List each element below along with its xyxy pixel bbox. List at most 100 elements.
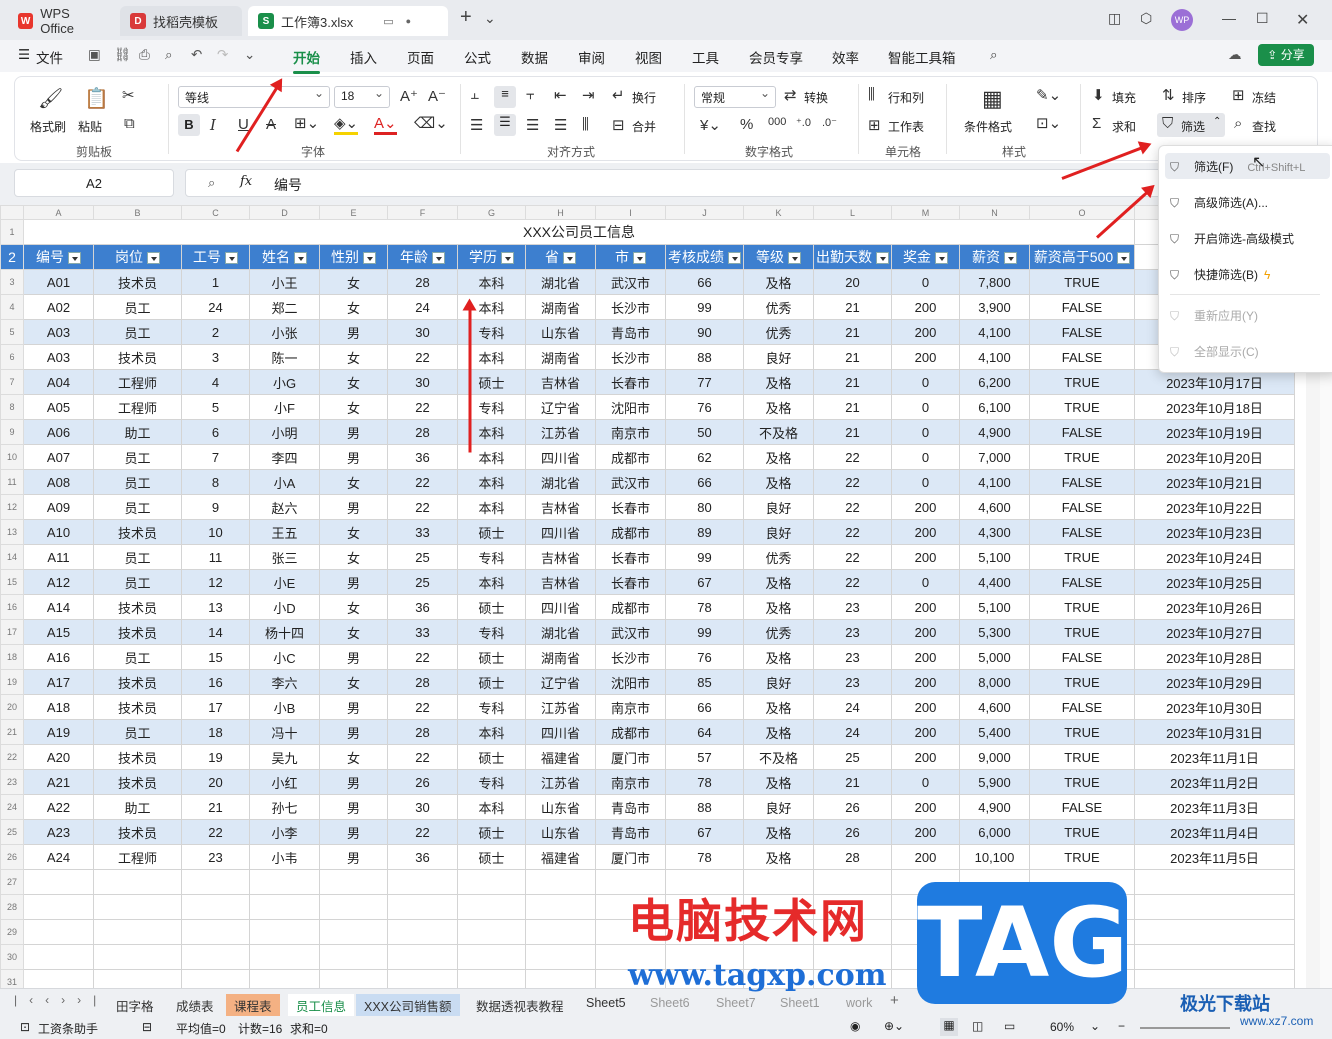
cell[interactable]: 吉林省 (525, 544, 596, 570)
column-header[interactable]: E (319, 205, 388, 220)
cell[interactable]: 2023年10月17日 (1134, 369, 1295, 395)
cell[interactable]: 20 (181, 769, 250, 795)
cell[interactable]: 南京市 (595, 419, 666, 445)
font-shrink-icon[interactable]: A⁻ (428, 87, 446, 105)
zoom-out-icon[interactable]: − (1118, 1019, 1125, 1033)
cell[interactable]: FALSE (1029, 344, 1135, 370)
cell[interactable]: A05 (23, 394, 94, 420)
bold-button[interactable]: B (178, 114, 200, 136)
cell[interactable]: 66 (665, 469, 744, 495)
cell[interactable]: 0 (891, 419, 960, 445)
cell[interactable]: 辽宁省 (525, 394, 596, 420)
menu-efficiency[interactable]: 效率 (832, 47, 859, 67)
cell[interactable]: 22 (387, 744, 458, 770)
cell[interactable]: 小E (249, 569, 320, 595)
cell[interactable]: 10 (181, 519, 250, 545)
column-header[interactable]: H (525, 205, 596, 220)
cell[interactable]: TRUE (1029, 594, 1135, 620)
column-title[interactable]: 出勤天数 (813, 244, 892, 270)
cell[interactable]: 9,000 (959, 744, 1030, 770)
cell[interactable]: 湖南省 (525, 294, 596, 320)
cell[interactable]: 2023年10月19日 (1134, 419, 1295, 445)
cell[interactable]: 四川省 (525, 519, 596, 545)
cell[interactable]: 南京市 (595, 769, 666, 795)
cell[interactable]: 28 (387, 419, 458, 445)
filter-dropdown-icon[interactable] (563, 252, 576, 265)
cell[interactable]: 0 (891, 469, 960, 495)
cell[interactable]: 湖北省 (525, 619, 596, 645)
cell[interactable]: 21 (813, 419, 892, 445)
sheet-tab[interactable]: 田字格 (108, 994, 162, 1017)
cell[interactable]: 硕士 (457, 644, 526, 670)
cell[interactable]: 专科 (457, 694, 526, 720)
cell[interactable]: A04 (23, 369, 94, 395)
cell[interactable]: 4,400 (959, 569, 1030, 595)
menu-tools[interactable]: 工具 (692, 47, 719, 67)
cell[interactable]: 99 (665, 544, 744, 570)
row-header[interactable]: 4 (0, 294, 24, 320)
cell[interactable] (387, 894, 458, 920)
cell[interactable]: 男 (319, 494, 388, 520)
cell[interactable]: 3,900 (959, 294, 1030, 320)
cell[interactable]: 200 (891, 544, 960, 570)
cell[interactable]: 男 (319, 694, 388, 720)
cell[interactable]: 88 (665, 344, 744, 370)
cell[interactable]: 女 (319, 619, 388, 645)
cell[interactable]: 硕士 (457, 844, 526, 870)
cell[interactable]: 89 (665, 519, 744, 545)
cell[interactable]: 67 (665, 819, 744, 845)
cell[interactable]: 良好 (743, 794, 814, 820)
cell[interactable]: 22 (813, 494, 892, 520)
cell[interactable]: A22 (23, 794, 94, 820)
cell[interactable] (1134, 969, 1295, 988)
cell[interactable]: 23 (813, 644, 892, 670)
row-header[interactable]: 9 (0, 419, 24, 445)
cell[interactable] (23, 894, 94, 920)
cell[interactable]: 13 (181, 594, 250, 620)
cell[interactable]: 26 (813, 819, 892, 845)
cell[interactable]: 22 (181, 819, 250, 845)
cell[interactable]: 4,100 (959, 344, 1030, 370)
cell[interactable]: 女 (319, 544, 388, 570)
cell[interactable]: 67 (665, 569, 744, 595)
cell[interactable]: 及格 (743, 844, 814, 870)
sheet-tab[interactable]: 成绩表 (168, 994, 222, 1017)
cell[interactable]: 36 (387, 594, 458, 620)
cell[interactable] (93, 869, 182, 895)
cell[interactable]: 0 (891, 769, 960, 795)
copy-icon[interactable]: ⧉ (124, 115, 135, 132)
cell[interactable]: 武汉市 (595, 269, 666, 295)
cell[interactable]: 6,100 (959, 394, 1030, 420)
menu-item-show-all[interactable]: ⛉ 全部显示(C) (1170, 343, 1259, 360)
cell[interactable]: 2023年11月2日 (1134, 769, 1295, 795)
cell[interactable]: 员工 (93, 644, 182, 670)
cell[interactable]: 21 (813, 769, 892, 795)
cell[interactable]: 湖南省 (525, 644, 596, 670)
cell[interactable]: 33 (387, 519, 458, 545)
cell[interactable]: TRUE (1029, 619, 1135, 645)
cell[interactable]: 99 (665, 619, 744, 645)
cell[interactable]: 21 (181, 794, 250, 820)
cell[interactable] (457, 894, 526, 920)
cell[interactable]: 5,900 (959, 769, 1030, 795)
cell[interactable]: A10 (23, 519, 94, 545)
cell[interactable] (525, 969, 596, 988)
cell[interactable]: 小A (249, 469, 320, 495)
freeze-button[interactable]: 冻结 (1252, 89, 1276, 106)
cell[interactable]: FALSE (1029, 469, 1135, 495)
cell[interactable]: A14 (23, 594, 94, 620)
cell[interactable]: 不及格 (743, 744, 814, 770)
cell[interactable]: 4,900 (959, 419, 1030, 445)
cell[interactable] (1134, 919, 1295, 945)
cell[interactable]: 及格 (743, 594, 814, 620)
zoom-icon[interactable]: ⌕ (208, 175, 215, 191)
cell[interactable]: 及格 (743, 694, 814, 720)
cell[interactable]: 7,000 (959, 444, 1030, 470)
cell[interactable]: 冯十 (249, 719, 320, 745)
cell[interactable]: A17 (23, 669, 94, 695)
hamburger-icon[interactable]: ☰ (18, 47, 30, 63)
column-header[interactable]: L (813, 205, 892, 220)
cell[interactable] (387, 969, 458, 988)
cell[interactable]: 男 (319, 819, 388, 845)
cell[interactable]: 优秀 (743, 544, 814, 570)
